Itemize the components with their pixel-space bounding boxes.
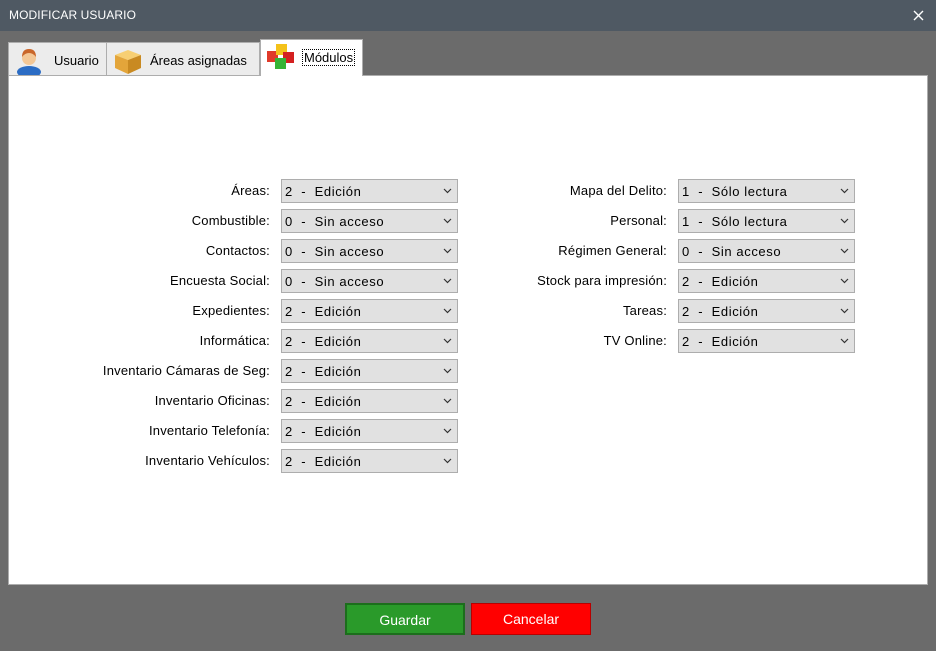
- chevron-down-icon: [443, 218, 452, 224]
- access-select-inventario-vehiculos[interactable]: 2 - Edición: [281, 449, 458, 473]
- chevron-down-icon: [443, 188, 452, 194]
- tab-strip: Usuario Áreas asignadas Módulos: [8, 39, 928, 76]
- access-select-value: 2 - Edición: [682, 304, 759, 319]
- access-select-combustible[interactable]: 0 - Sin acceso: [281, 209, 458, 233]
- close-button[interactable]: [902, 0, 936, 31]
- module-row-informatica: Informática: 2 - Edición: [9, 329, 469, 353]
- tab-modulos-label: Módulos: [301, 49, 356, 66]
- module-label: Inventario Vehículos:: [145, 453, 270, 468]
- module-row-inventario-camaras: Inventario Cámaras de Seg: 2 - Edición: [9, 359, 469, 383]
- access-select-inventario-camaras[interactable]: 2 - Edición: [281, 359, 458, 383]
- chevron-down-icon: [840, 278, 849, 284]
- box-icon: [115, 50, 141, 74]
- module-label: Inventario Telefonía:: [148, 423, 270, 438]
- chevron-down-icon: [443, 338, 452, 344]
- access-select-regimen-general[interactable]: 0 - Sin acceso: [678, 239, 855, 263]
- module-label: Combustible:: [191, 213, 270, 228]
- user-icon: [17, 49, 41, 75]
- module-row-tareas: Tareas: 2 - Edición: [469, 299, 869, 323]
- module-label: Encuesta Social:: [169, 273, 270, 288]
- access-select-value: 0 - Sin acceso: [285, 214, 385, 229]
- tab-usuario-label: Usuario: [54, 53, 99, 68]
- module-row-mapa-del-delito: Mapa del Delito: 1 - Sólo lectura: [469, 179, 869, 203]
- module-row-contactos: Contactos: 0 - Sin acceso: [9, 239, 469, 263]
- module-label: Inventario Oficinas:: [154, 393, 270, 408]
- module-label: Áreas:: [231, 183, 270, 198]
- access-select-personal[interactable]: 1 - Sólo lectura: [678, 209, 855, 233]
- access-select-value: 0 - Sin acceso: [682, 244, 782, 259]
- access-select-expedientes[interactable]: 2 - Edición: [281, 299, 458, 323]
- access-select-inventario-telefonia[interactable]: 2 - Edición: [281, 419, 458, 443]
- module-row-personal: Personal: 1 - Sólo lectura: [469, 209, 869, 233]
- access-select-value: 1 - Sólo lectura: [682, 184, 788, 199]
- modulos-panel: Áreas: 2 - Edición Combustible: 0 - Sin …: [8, 75, 928, 585]
- access-select-value: 2 - Edición: [285, 364, 362, 379]
- chevron-down-icon: [443, 458, 452, 464]
- module-label: Régimen General:: [558, 243, 667, 258]
- access-select-encuesta-social[interactable]: 0 - Sin acceso: [281, 269, 458, 293]
- module-row-inventario-vehiculos: Inventario Vehículos: 2 - Edición: [9, 449, 469, 473]
- tab-areas-asignadas-label: Áreas asignadas: [150, 53, 247, 68]
- chevron-down-icon: [443, 278, 452, 284]
- access-select-value: 2 - Edición: [285, 184, 362, 199]
- chevron-down-icon: [840, 248, 849, 254]
- cancel-button[interactable]: Cancelar: [471, 603, 591, 635]
- access-select-value: 2 - Edición: [682, 274, 759, 289]
- tab-usuario[interactable]: Usuario: [8, 42, 107, 75]
- chevron-down-icon: [840, 188, 849, 194]
- access-select-inventario-oficinas[interactable]: 2 - Edición: [281, 389, 458, 413]
- module-row-areas: Áreas: 2 - Edición: [9, 179, 469, 203]
- chevron-down-icon: [443, 308, 452, 314]
- chevron-down-icon: [840, 218, 849, 224]
- module-row-encuesta-social: Encuesta Social: 0 - Sin acceso: [9, 269, 469, 293]
- module-label: TV Online:: [603, 333, 667, 348]
- module-label: Tareas:: [622, 303, 667, 318]
- access-select-value: 1 - Sólo lectura: [682, 214, 788, 229]
- module-row-combustible: Combustible: 0 - Sin acceso: [9, 209, 469, 233]
- save-button[interactable]: Guardar: [345, 603, 465, 635]
- access-select-value: 2 - Edición: [285, 334, 362, 349]
- access-select-areas[interactable]: 2 - Edición: [281, 179, 458, 203]
- access-select-value: 2 - Edición: [285, 394, 362, 409]
- chevron-down-icon: [443, 428, 452, 434]
- access-select-value: 0 - Sin acceso: [285, 244, 385, 259]
- module-label: Informática:: [199, 333, 270, 348]
- access-select-value: 2 - Edición: [682, 334, 759, 349]
- access-select-tv-online[interactable]: 2 - Edición: [678, 329, 855, 353]
- chevron-down-icon: [443, 248, 452, 254]
- window-title: MODIFICAR USUARIO: [9, 8, 137, 22]
- module-label: Inventario Cámaras de Seg:: [102, 363, 270, 378]
- access-select-value: 2 - Edición: [285, 424, 362, 439]
- module-row-expedientes: Expedientes: 2 - Edición: [9, 299, 469, 323]
- chevron-down-icon: [443, 368, 452, 374]
- module-row-inventario-telefonia: Inventario Telefonía: 2 - Edición: [9, 419, 469, 443]
- module-label: Expedientes:: [192, 303, 270, 318]
- access-select-value: 0 - Sin acceso: [285, 274, 385, 289]
- modificar-usuario-window: MODIFICAR USUARIO Usuario Áreas asignada…: [0, 0, 936, 651]
- module-label: Contactos:: [205, 243, 270, 258]
- chevron-down-icon: [840, 338, 849, 344]
- access-select-value: 2 - Edición: [285, 454, 362, 469]
- title-bar: MODIFICAR USUARIO: [0, 0, 936, 31]
- access-select-contactos[interactable]: 0 - Sin acceso: [281, 239, 458, 263]
- module-label: Stock para impresión:: [537, 273, 667, 288]
- tab-areas-asignadas[interactable]: Áreas asignadas: [106, 42, 260, 75]
- access-select-mapa-del-delito[interactable]: 1 - Sólo lectura: [678, 179, 855, 203]
- module-row-tv-online: TV Online: 2 - Edición: [469, 329, 869, 353]
- chevron-down-icon: [840, 308, 849, 314]
- access-select-stock-para-impresion[interactable]: 2 - Edición: [678, 269, 855, 293]
- tab-modulos[interactable]: Módulos: [260, 39, 363, 76]
- cubes-icon: [267, 44, 294, 69]
- access-select-value: 2 - Edición: [285, 304, 362, 319]
- close-icon: [913, 10, 924, 21]
- access-select-tareas[interactable]: 2 - Edición: [678, 299, 855, 323]
- access-select-informatica[interactable]: 2 - Edición: [281, 329, 458, 353]
- module-label: Personal:: [610, 213, 667, 228]
- module-row-stock-para-impresion: Stock para impresión: 2 - Edición: [469, 269, 869, 293]
- module-row-regimen-general: Régimen General: 0 - Sin acceso: [469, 239, 869, 263]
- module-label: Mapa del Delito:: [569, 183, 667, 198]
- module-row-inventario-oficinas: Inventario Oficinas: 2 - Edición: [9, 389, 469, 413]
- chevron-down-icon: [443, 398, 452, 404]
